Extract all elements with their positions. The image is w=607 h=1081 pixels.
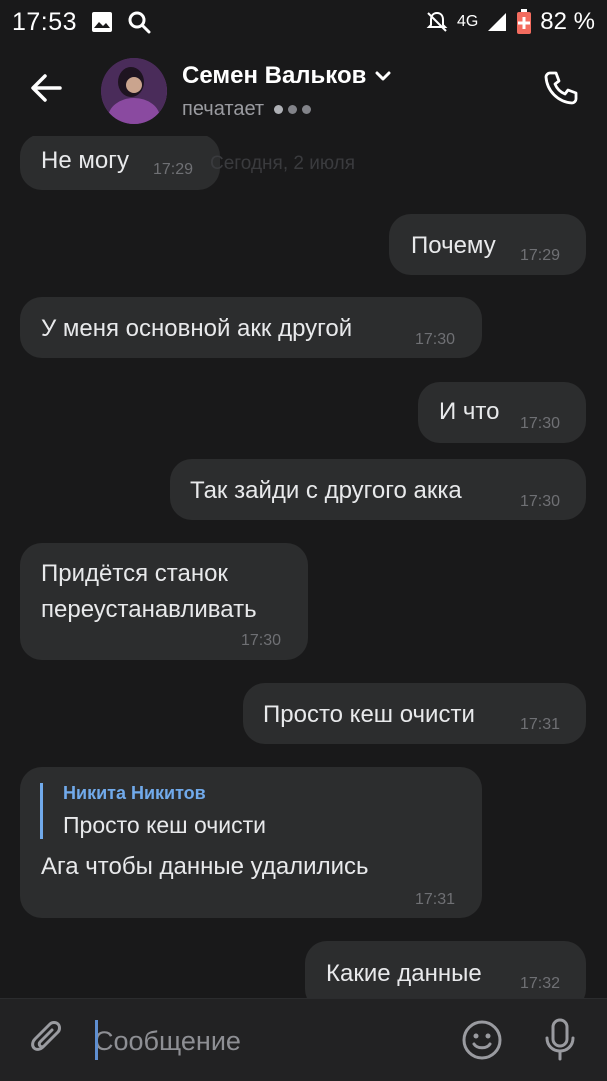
message-text: У меня основной акк другой <box>41 315 353 342</box>
voice-message-button[interactable] <box>542 1017 578 1063</box>
date-divider: Сегодня, 2 июля <box>210 153 356 174</box>
avatar[interactable] <box>101 58 167 124</box>
status-time: 17:53 <box>12 7 78 36</box>
message-time: 17:29 <box>153 161 194 178</box>
network-type: 4G <box>456 13 479 30</box>
chevron-down-icon <box>374 70 392 82</box>
message-text: Так зайди с другого акка <box>190 477 462 504</box>
message-time: 17:31 <box>520 716 561 733</box>
signal-icon <box>486 11 508 33</box>
message-time: 17:30 <box>520 415 561 432</box>
message-time: 17:30 <box>520 493 561 510</box>
message-outgoing[interactable]: Так зайди с другого акка 17:30 <box>170 459 586 520</box>
text-cursor <box>95 1020 98 1060</box>
message-outgoing[interactable]: И что 17:30 <box>418 382 586 443</box>
message-text: Какие данные <box>326 960 482 987</box>
message-text-line1: Придётся станок <box>41 560 228 587</box>
message-outgoing[interactable]: Просто кеш очисти 17:31 <box>243 683 586 744</box>
contact-name[interactable]: Семен Вальков <box>182 62 392 90</box>
search-notification-icon <box>127 10 151 34</box>
arrow-left-icon <box>26 68 66 108</box>
microphone-icon <box>542 1017 578 1063</box>
message-incoming[interactable]: Придётся станок переустанавливать 17:30 <box>20 543 308 660</box>
message-incoming[interactable]: У меня основной акк другой 17:30 <box>20 297 482 358</box>
reply-quote[interactable]: Никита Никитов Просто кеш очисти <box>40 783 266 839</box>
message-text: Не могу <box>41 147 129 174</box>
message-time: 17:32 <box>520 975 561 992</box>
contact-name-label: Семен Вальков <box>182 62 367 89</box>
paperclip-icon <box>28 1019 68 1061</box>
message-list[interactable]: Не могу 17:29 Сегодня, 2 июля Почему 17:… <box>0 136 607 998</box>
emoji-button[interactable] <box>461 1019 503 1061</box>
message-incoming[interactable]: Не могу 17:29 <box>20 136 220 190</box>
reply-author: Никита Никитов <box>63 783 206 803</box>
muted-bell-icon <box>425 10 449 34</box>
message-text: Почему <box>411 232 496 259</box>
message-time: 17:30 <box>415 331 456 348</box>
message-incoming-reply[interactable]: Никита Никитов Просто кеш очисти Ага что… <box>20 767 482 918</box>
gallery-notification-icon <box>91 11 113 33</box>
status-bar: 17:53 4G 82 % <box>0 0 607 44</box>
message-outgoing[interactable]: Какие данные 17:32 <box>305 941 586 998</box>
message-text-line2: переустанавливать <box>41 596 257 623</box>
message-text: Ага чтобы данные удалились <box>41 853 369 880</box>
message-time: 17:31 <box>415 891 456 908</box>
typing-dots-icon <box>274 105 312 114</box>
reply-text: Просто кеш очисти <box>63 812 267 838</box>
phone-icon <box>541 68 581 108</box>
message-time: 17:30 <box>241 632 282 649</box>
message-outgoing[interactable]: Почему 17:29 <box>389 214 586 275</box>
message-time: 17:29 <box>520 247 561 264</box>
smiley-icon <box>461 1019 503 1061</box>
typing-status-label: печатает <box>182 98 265 120</box>
back-button[interactable] <box>26 68 66 108</box>
typing-status: печатает <box>182 98 312 121</box>
message-text: Просто кеш очисти <box>263 701 475 728</box>
message-text: И что <box>439 398 500 425</box>
chat-header: Семен Вальков печатает <box>0 44 607 136</box>
message-composer <box>0 998 607 1081</box>
message-input[interactable] <box>92 1017 436 1065</box>
call-button[interactable] <box>541 68 581 108</box>
battery-percent: 82 % <box>540 8 595 35</box>
attach-button[interactable] <box>28 1019 68 1061</box>
battery-icon <box>516 9 532 35</box>
